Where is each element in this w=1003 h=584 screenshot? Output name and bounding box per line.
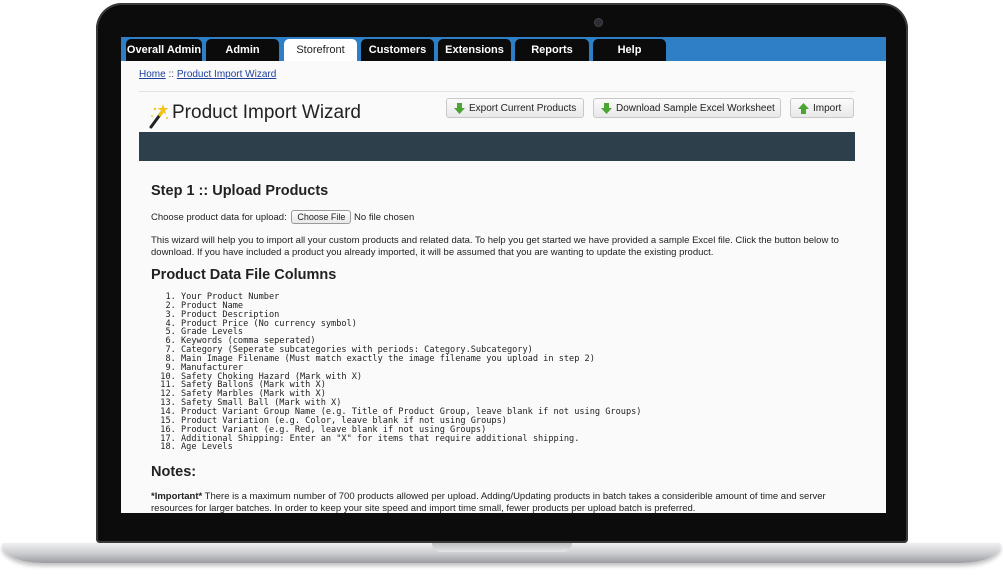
camera-icon (595, 19, 602, 26)
list-item: Your Product Number (181, 293, 641, 302)
important-text: There is a maximum number of 700 product… (151, 491, 826, 513)
columns-heading: Product Data File Columns (151, 267, 337, 283)
tab-customers[interactable]: Customers (361, 39, 434, 61)
tab-help[interactable]: Help (593, 39, 666, 61)
wizard-description: This wizard will help you to import all … (151, 235, 839, 258)
file-upload-row: Choose product data for upload: Choose F… (151, 210, 414, 224)
step1-heading: Step 1 :: Upload Products (151, 183, 329, 199)
download-arrow-icon (454, 103, 465, 114)
tab-admin[interactable]: Admin (206, 39, 279, 61)
breadcrumb: Home :: Product Import Wizard (139, 69, 276, 80)
upload-arrow-icon (798, 103, 809, 114)
columns-list: Your Product Number Product Name Product… (151, 293, 641, 452)
magic-wand-icon (149, 104, 169, 129)
page-header: Product Import Wizard Export Current Pro… (139, 91, 855, 132)
list-item: Main Image Filename (Must match exactly … (181, 355, 641, 364)
import-button[interactable]: Import (790, 98, 854, 118)
file-upload-label: Choose product data for upload: (151, 212, 287, 223)
tab-reports[interactable]: Reports (515, 39, 589, 61)
choose-file-button[interactable]: Choose File (291, 210, 352, 224)
screen: Overall Admin Admin Storefront Customers… (121, 37, 886, 513)
laptop-notch (432, 543, 572, 552)
tab-overall-admin[interactable]: Overall Admin (126, 39, 202, 61)
notes-heading: Notes: (151, 464, 197, 480)
breadcrumb-home-link[interactable]: Home (139, 69, 166, 80)
list-item: Age Levels (181, 443, 641, 452)
download-sample-button[interactable]: Download Sample Excel Worksheet (593, 98, 781, 118)
tab-extensions[interactable]: Extensions (438, 39, 511, 61)
notes-text: *Important* There is a maximum number of… (151, 491, 841, 513)
important-label: *Important* (151, 491, 203, 502)
file-status: No file chosen (354, 212, 415, 223)
download-arrow-icon (601, 103, 612, 114)
breadcrumb-current-link[interactable]: Product Import Wizard (177, 69, 276, 80)
header-bar (139, 132, 855, 161)
tab-storefront[interactable]: Storefront (284, 39, 357, 61)
export-products-button[interactable]: Export Current Products (446, 98, 584, 118)
main-nav: Overall Admin Admin Storefront Customers… (121, 37, 886, 61)
export-products-label: Export Current Products (469, 103, 577, 114)
download-sample-label: Download Sample Excel Worksheet (616, 103, 775, 114)
import-label: Import (813, 103, 842, 114)
breadcrumb-separator: :: (165, 69, 177, 80)
list-item: Additional Shipping: Enter an "X" for it… (181, 434, 641, 444)
list-item: Product Price (No currency symbol) (181, 319, 641, 329)
page-title: Product Import Wizard (172, 102, 361, 123)
page-body: Home :: Product Import Wizard Product Im… (121, 61, 886, 513)
